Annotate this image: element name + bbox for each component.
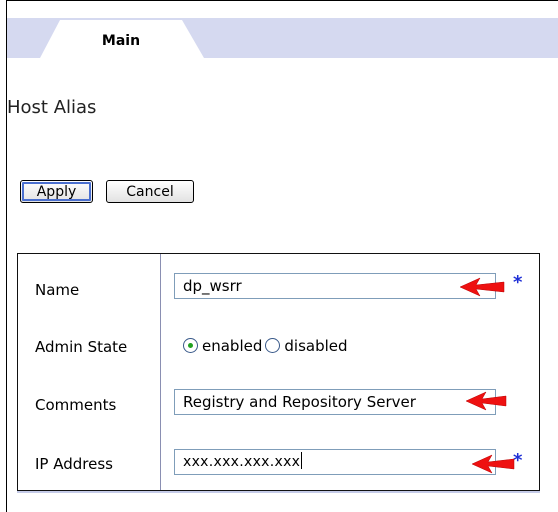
name-label: Name [35,281,80,299]
comments-field[interactable]: Registry and Repository Server [174,389,496,415]
name-field[interactable]: dp_wsrr [174,273,496,299]
form-column-divider [160,254,161,490]
radio-disabled[interactable] [265,338,281,353]
radio-enabled[interactable] [183,338,198,353]
red-arrow-annotation-icon [471,454,515,474]
radio-enabled-label: enabled [202,337,263,355]
red-arrow-annotation-icon [465,391,507,411]
radio-disabled-label: disabled [284,337,348,355]
apply-button[interactable]: Apply [20,180,93,203]
ip-address-field[interactable]: xxx.xxx.xxx.xxx [174,449,496,475]
admin-state-label: Admin State [35,338,128,356]
red-arrow-annotation-icon [459,277,505,297]
cancel-button[interactable]: Cancel [106,180,194,203]
page-title: Host Alias [7,97,97,118]
admin-state-radio-group: enabled disabled [183,337,351,359]
ip-address-value: xxx.xxx.xxx.xxx [183,454,301,470]
text-caret [301,452,303,469]
ip-address-label: IP Address [35,455,113,473]
name-required-mark: * [513,272,523,293]
tab-main-label: Main [101,33,141,49]
comments-label: Comments [35,396,117,414]
tab-main[interactable]: Main [40,20,204,58]
